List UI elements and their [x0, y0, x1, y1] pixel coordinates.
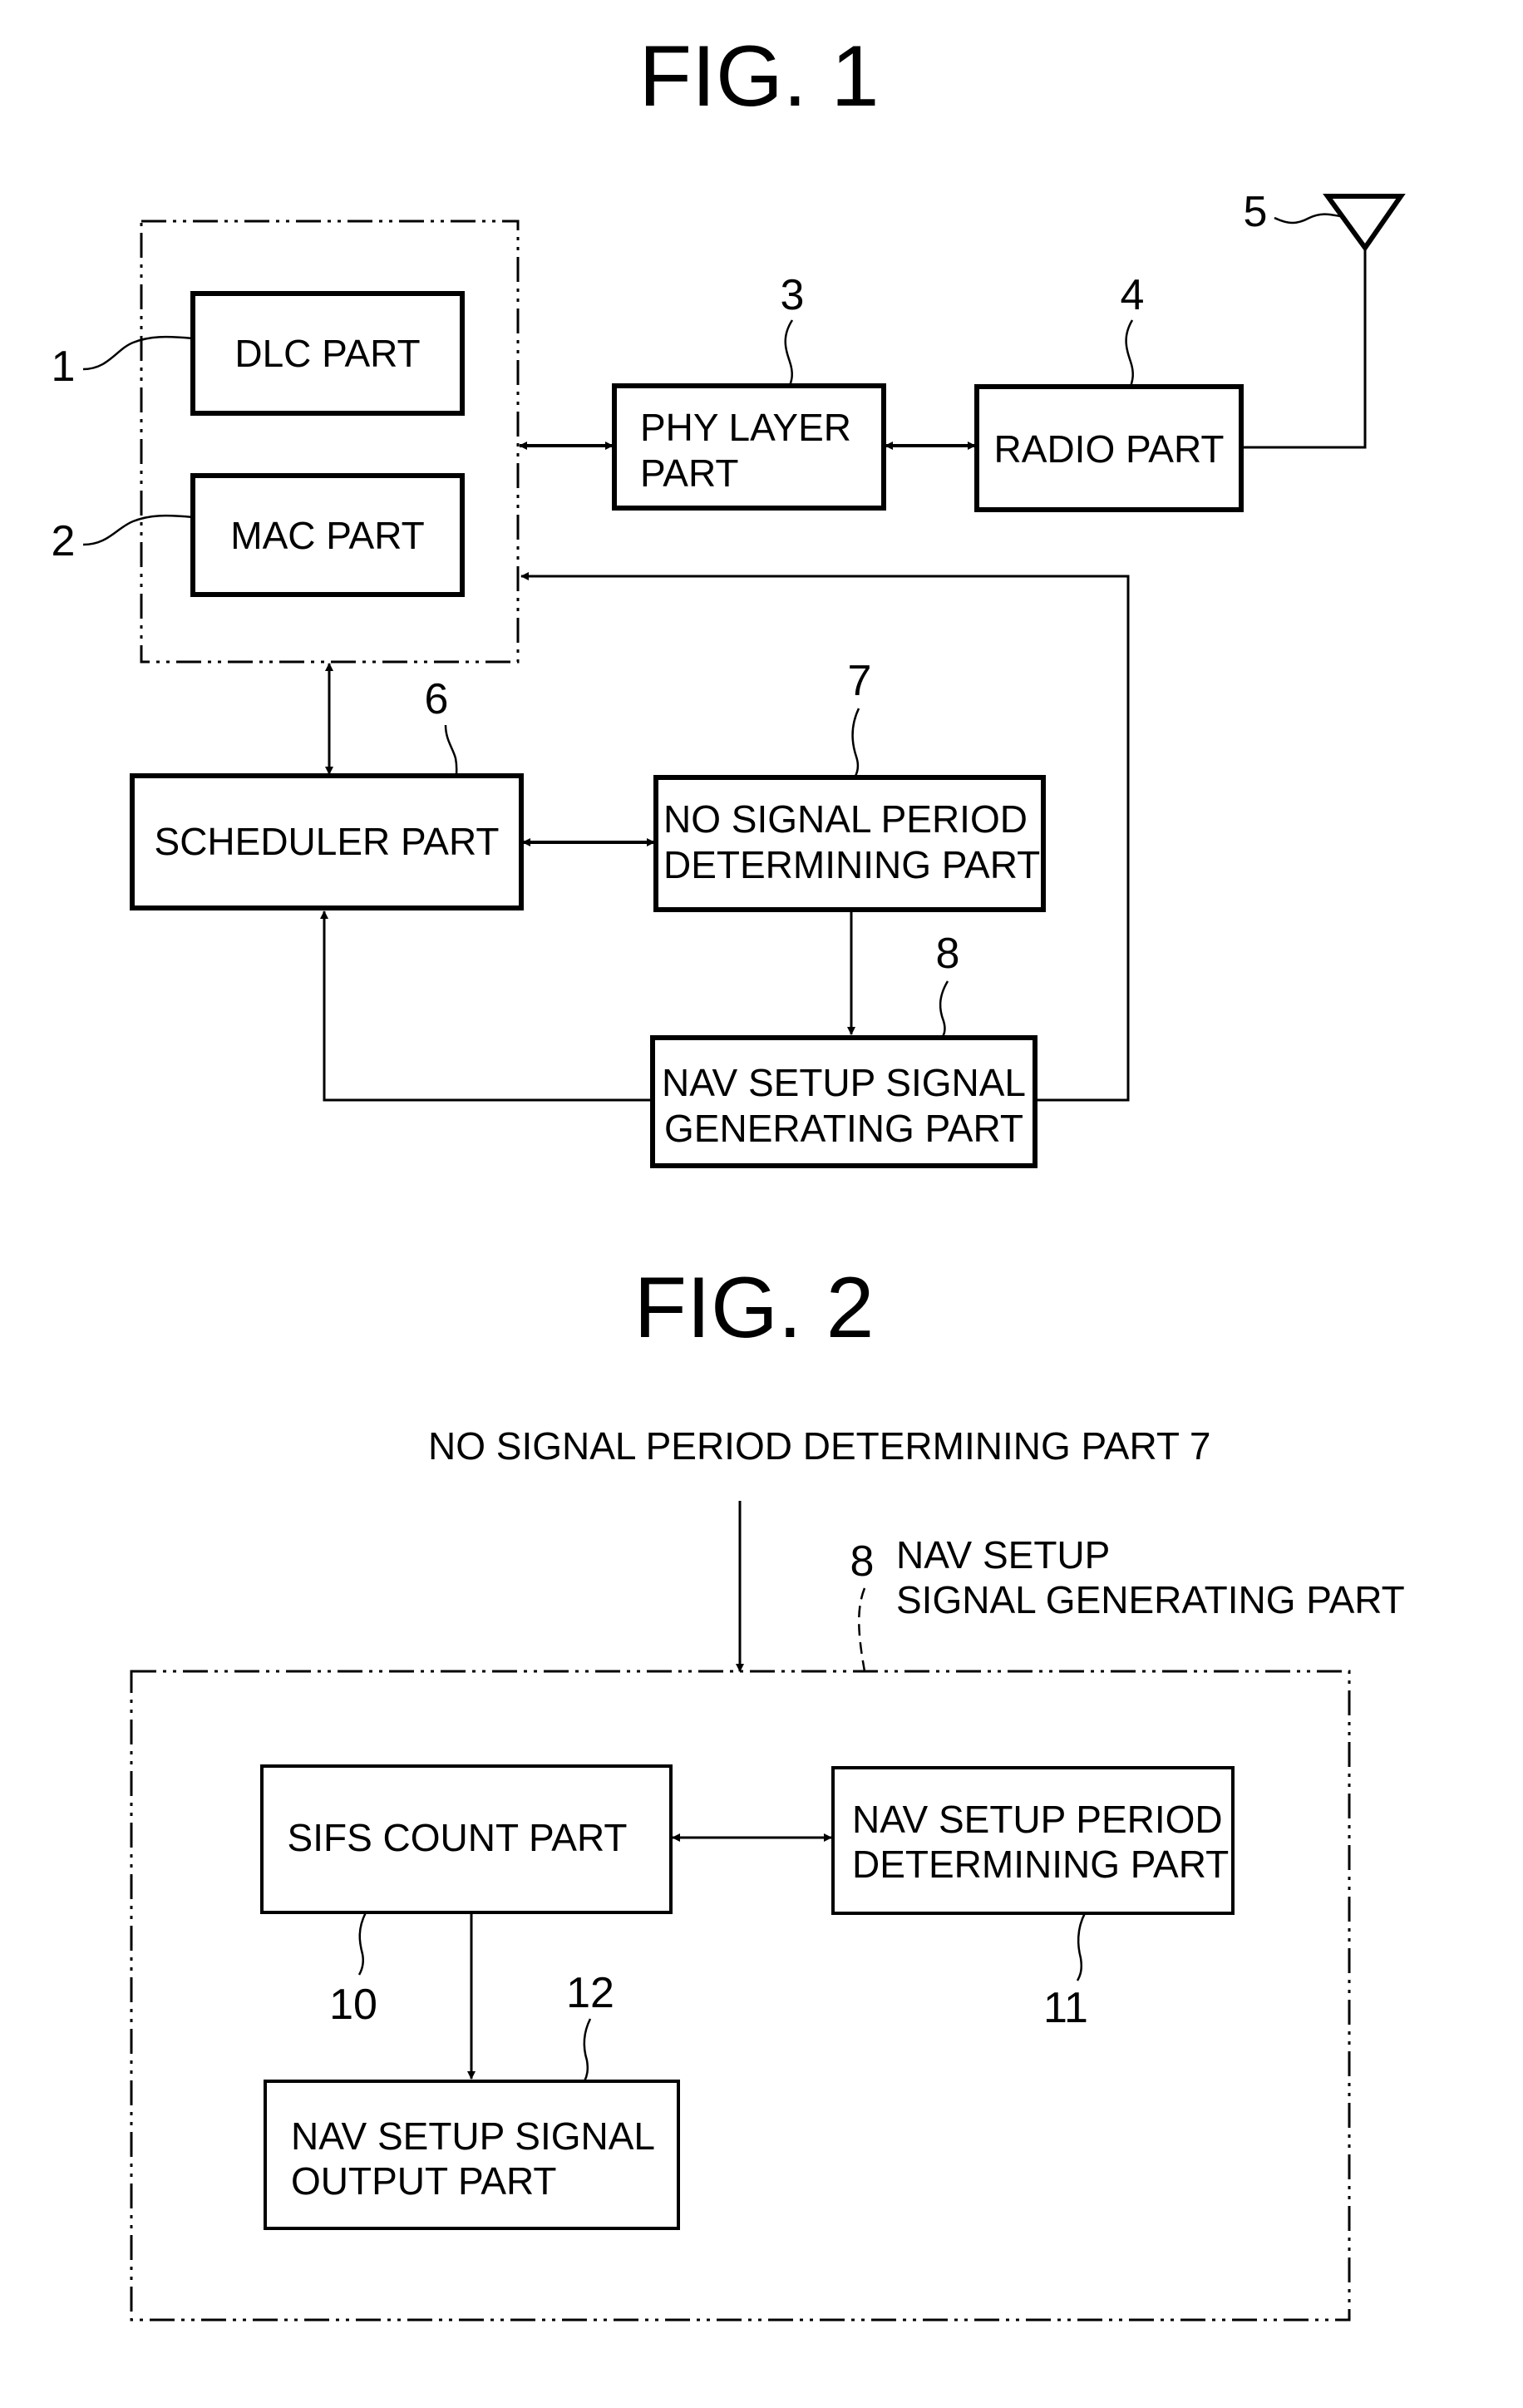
container-label-line2: SIGNAL GENERATING PART	[896, 1578, 1405, 1621]
nav-gen-ref-leader	[939, 980, 949, 1039]
nav-setup-period-determining-part-block: NAV SETUP PERIOD DETERMINING PART	[831, 1766, 1235, 1915]
nav-period-part-label-line1: NAV SETUP PERIOD	[852, 1798, 1223, 1841]
scheduler-part-block: SCHEDULER PART	[130, 773, 524, 910]
radio-ref-leader	[1125, 319, 1134, 387]
figure-1-title: FIG. 1	[639, 28, 880, 125]
navgen-scheduler-feedback-arrow	[320, 910, 653, 1102]
figure-2: FIG. 2 NO SIGNAL PERIOD DETERMINING PART…	[130, 1260, 1405, 2322]
phy-layer-part-block: PHY LAYER PART	[612, 383, 886, 511]
nav-period-ref-leader	[1076, 1912, 1087, 1981]
nav-output-ref-number: 12	[566, 1969, 614, 2017]
no-signal-part-label-line2: DETERMINING PART	[663, 843, 1040, 886]
patent-drawing: FIG. 1 DLC PART 1 MAC PART 2 PHY LAYER P…	[52, 28, 1406, 2322]
no-signal-ref-number: 7	[848, 657, 872, 705]
dlc-ref-number: 1	[52, 343, 76, 391]
phy-layer-part-label-line1: PHY LAYER	[640, 406, 851, 449]
scheduler-ref-leader	[444, 724, 458, 777]
nav-period-part-label-line2: DETERMINING PART	[852, 1843, 1229, 1886]
sifs-count-part-block: SIFS COUNT PART	[260, 1764, 673, 1914]
radio-part-block: RADIO PART	[974, 384, 1244, 512]
nav-period-ref-number: 11	[1043, 1984, 1088, 2032]
phy-ref-number: 3	[781, 271, 805, 319]
container-ref-number: 8	[850, 1537, 875, 1586]
input-source-label: NO SIGNAL PERIOD DETERMINING PART 7	[428, 1424, 1210, 1468]
phy-layer-part-label-line2: PART	[640, 452, 738, 495]
no-signal-ref-leader	[851, 708, 860, 778]
nav-setup-signal-generating-part-block: NAV SETUP SIGNAL GENERATING PART	[650, 1035, 1038, 1168]
antenna-ref-leader	[1274, 213, 1341, 225]
dlc-part-label: DLC PART	[234, 332, 420, 375]
mac-ref-leader	[82, 514, 194, 546]
sifs-ref-number: 10	[329, 1981, 377, 2029]
sifs-ref-leader	[357, 1912, 367, 1976]
nav-output-ref-leader	[583, 2018, 592, 2082]
nav-output-part-label-line2: OUTPUT PART	[291, 2159, 556, 2203]
mac-part-block: MAC PART	[190, 473, 465, 597]
mac-part-label: MAC PART	[230, 514, 424, 557]
nav-gen-ref-number: 8	[936, 930, 960, 978]
dlc-ref-leader	[82, 335, 194, 371]
nav-output-part-label-line1: NAV SETUP SIGNAL	[291, 2114, 655, 2158]
dlc-part-block: DLC PART	[190, 291, 465, 416]
nav-setup-signal-output-part-block: NAV SETUP SIGNAL OUTPUT PART	[264, 2080, 680, 2230]
phy-ref-leader	[784, 319, 794, 387]
figure-2-title: FIG. 2	[634, 1260, 875, 1356]
no-signal-period-determining-part-block: NO SIGNAL PERIOD DETERMINING PART	[653, 775, 1046, 912]
container-label-line1: NAV SETUP	[896, 1533, 1110, 1577]
scheduler-ref-number: 6	[425, 675, 449, 723]
figure-1: FIG. 1 DLC PART 1 MAC PART 2 PHY LAYER P…	[52, 28, 1406, 1168]
container-ref-leader	[857, 1587, 866, 1672]
scheduler-part-label: SCHEDULER PART	[155, 820, 500, 863]
nav-gen-part-label-line2: GENERATING PART	[664, 1107, 1023, 1150]
no-signal-part-label-line1: NO SIGNAL PERIOD	[663, 797, 1028, 841]
radio-part-label: RADIO PART	[994, 427, 1225, 471]
radio-ref-number: 4	[1121, 271, 1145, 319]
sifs-count-part-label: SIFS COUNT PART	[288, 1816, 628, 1859]
mac-ref-number: 2	[52, 517, 76, 565]
antenna-ref-number: 5	[1244, 188, 1268, 236]
nav-gen-part-label-line1: NAV SETUP SIGNAL	[662, 1061, 1026, 1104]
